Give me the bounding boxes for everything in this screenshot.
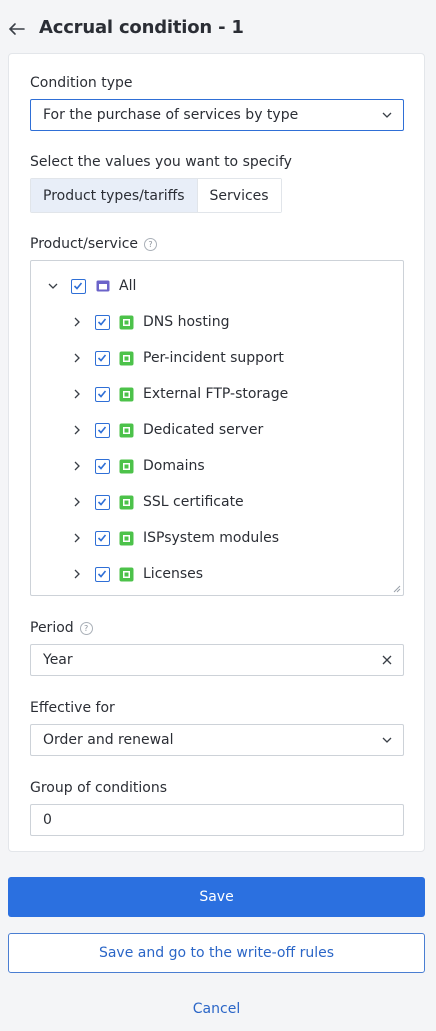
- tree-row-domains: Domains: [71, 454, 205, 478]
- checkbox-licenses[interactable]: [95, 566, 110, 582]
- chevron-down-icon[interactable]: [47, 280, 59, 292]
- folder-icon: [96, 280, 110, 292]
- chevron-right-icon[interactable]: [71, 460, 83, 472]
- tree-label-all: All: [119, 278, 137, 294]
- effective-for-label: Effective for: [30, 700, 115, 716]
- help-icon[interactable]: ?: [144, 237, 158, 251]
- service-node-icon: [119, 423, 134, 437]
- tree-label: SSL certificate: [143, 494, 244, 510]
- page-title: Accrual condition - 1: [39, 17, 244, 38]
- condition-type-select[interactable]: For the purchase of services by type: [30, 99, 404, 131]
- form-card: Condition type For the purchase of servi…: [8, 53, 425, 852]
- service-node-icon: [119, 351, 134, 365]
- tree-label: DNS hosting: [143, 314, 230, 330]
- tree-row-ispsystem-modules: ISPsystem modules: [71, 526, 279, 550]
- effective-for-select[interactable]: Order and renewal: [30, 724, 404, 756]
- values-selector: Product types/tariffs Services: [30, 178, 282, 213]
- help-icon[interactable]: ?: [79, 621, 93, 635]
- product-service-label-text: Product/service: [30, 236, 139, 252]
- arrow-left-icon[interactable]: [6, 18, 28, 40]
- group-of-conditions-input[interactable]: 0: [30, 804, 404, 836]
- tree-row-dns-hosting: DNS hosting: [71, 310, 229, 334]
- tree-label: Licenses: [143, 566, 204, 582]
- tree-label: External FTP-storage: [143, 386, 289, 402]
- effective-for-value: Order and renewal: [43, 732, 174, 748]
- chevron-right-icon[interactable]: [71, 352, 83, 364]
- service-node-icon: [119, 387, 134, 401]
- tab-services[interactable]: Services: [196, 179, 281, 212]
- service-node-icon: [119, 567, 134, 581]
- page-header: Accrual condition - 1: [0, 0, 436, 58]
- checkbox-all[interactable]: [71, 278, 86, 294]
- service-node-icon: [119, 495, 134, 509]
- service-node-icon: [119, 459, 134, 473]
- period-label-text: Period: [30, 620, 74, 636]
- tree-row-ssl-certificate: SSL certificate: [71, 490, 244, 514]
- tree-row-licenses: Licenses: [71, 562, 203, 586]
- service-node-icon: [119, 531, 134, 545]
- checkbox-dns-hosting[interactable]: [95, 314, 110, 330]
- tree-label: Per-incident support: [143, 350, 284, 366]
- save-button[interactable]: Save: [8, 877, 425, 917]
- service-node-icon: [119, 315, 134, 329]
- group-of-conditions-label: Group of conditions: [30, 780, 168, 796]
- tree-label: ISPsystem modules: [143, 530, 280, 546]
- checkbox-per-incident-support[interactable]: [95, 350, 110, 366]
- chevron-right-icon[interactable]: [71, 532, 83, 544]
- tree-label: Domains: [143, 458, 205, 474]
- condition-type-label: Condition type: [30, 75, 133, 91]
- tree-row-all: All: [47, 274, 136, 298]
- tree-row-dedicated-server: Dedicated server: [71, 418, 263, 442]
- tree-row-per-incident-support: Per-incident support: [71, 346, 284, 370]
- save-and-go-button[interactable]: Save and go to the write-off rules: [8, 933, 425, 973]
- chevron-right-icon[interactable]: [71, 388, 83, 400]
- cancel-button[interactable]: Cancel: [8, 997, 425, 1021]
- close-icon[interactable]: [381, 654, 393, 666]
- checkbox-dedicated-server[interactable]: [95, 422, 110, 438]
- values-selector-label: Select the values you want to specify: [30, 154, 292, 170]
- tab-product-types-tariffs[interactable]: Product types/tariffs: [31, 179, 197, 212]
- tree-label: Dedicated server: [143, 422, 264, 438]
- group-of-conditions-value: 0: [43, 812, 52, 828]
- period-value: Year: [43, 652, 73, 668]
- checkbox-external-ftp-storage[interactable]: [95, 386, 110, 402]
- period-select[interactable]: Year: [30, 644, 404, 676]
- period-label: Period ?: [30, 620, 93, 636]
- chevron-right-icon[interactable]: [71, 316, 83, 328]
- product-service-label: Product/service ?: [30, 236, 158, 252]
- condition-type-value: For the purchase of services by type: [43, 107, 299, 123]
- product-service-tree: All DNS hosting Per-incident support Ext…: [30, 260, 404, 596]
- chevron-right-icon[interactable]: [71, 424, 83, 436]
- checkbox-ssl-certificate[interactable]: [95, 494, 110, 510]
- resize-handle-icon[interactable]: [393, 585, 401, 593]
- chevron-down-icon: [382, 737, 392, 743]
- chevron-right-icon[interactable]: [71, 496, 83, 508]
- chevron-right-icon[interactable]: [71, 568, 83, 580]
- checkbox-ispsystem-modules[interactable]: [95, 530, 110, 546]
- chevron-down-icon: [382, 112, 392, 118]
- tree-row-external-ftp-storage: External FTP-storage: [71, 382, 288, 406]
- checkbox-domains[interactable]: [95, 458, 110, 474]
